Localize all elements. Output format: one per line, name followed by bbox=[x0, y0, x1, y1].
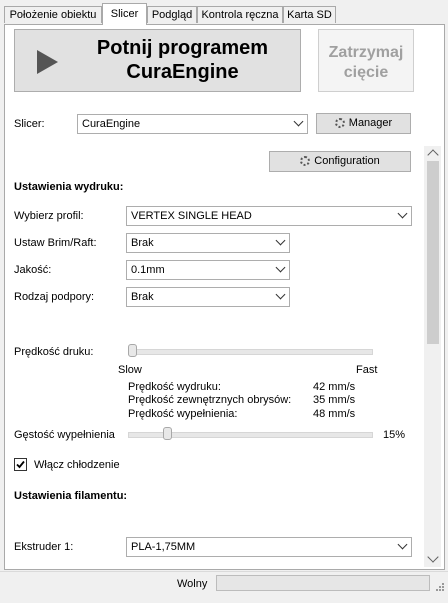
stop-line1: Zatrzymaj bbox=[328, 44, 404, 61]
infill-speed-label: Prędkość wypełnienia: bbox=[128, 408, 238, 420]
chevron-down-icon bbox=[397, 539, 408, 550]
tab-preview[interactable]: Podgląd bbox=[147, 6, 197, 23]
quality-select-value: 0.1mm bbox=[131, 264, 165, 276]
chevron-down-icon bbox=[275, 262, 286, 273]
infill-density-value: 15% bbox=[383, 429, 406, 441]
chevron-down-icon bbox=[275, 235, 286, 246]
chevron-down-icon bbox=[293, 116, 304, 127]
filament-settings-title: Ustawienia filamentu: bbox=[14, 490, 128, 502]
manager-button[interactable]: Manager bbox=[316, 113, 411, 134]
tab-sd-card[interactable]: Karta SD bbox=[283, 6, 336, 23]
brim-select[interactable]: Brak bbox=[126, 233, 290, 253]
tab-manual-control[interactable]: Kontrola ręczna bbox=[197, 6, 283, 23]
resize-grip-icon[interactable] bbox=[435, 582, 445, 592]
speed-slider-thumb[interactable] bbox=[128, 344, 137, 357]
slicer-select-value: CuraEngine bbox=[82, 118, 141, 130]
quality-select[interactable]: 0.1mm bbox=[126, 260, 290, 280]
speed-fast-label: Fast bbox=[356, 364, 378, 376]
status-progress-bar bbox=[216, 575, 430, 591]
cooling-checkbox[interactable] bbox=[14, 458, 27, 471]
chevron-down-icon bbox=[275, 289, 286, 300]
chevron-down-icon bbox=[397, 208, 408, 219]
status-text: Wolny bbox=[177, 578, 208, 590]
print-settings-title: Ustawienia wydruku: bbox=[14, 181, 124, 193]
extruder-label: Ekstruder 1: bbox=[14, 541, 74, 553]
gears-icon bbox=[334, 118, 345, 129]
speed-slider-track[interactable] bbox=[128, 349, 373, 355]
print-speed-label: Prędkość druku: bbox=[14, 346, 94, 358]
configuration-button[interactable]: Configuration bbox=[269, 151, 411, 172]
support-select[interactable]: Brak bbox=[126, 287, 290, 307]
slice-line2: CuraEngine bbox=[126, 61, 239, 83]
extruder-select[interactable]: PLA-1,75MM bbox=[126, 537, 412, 557]
configuration-label: Configuration bbox=[314, 155, 380, 167]
outer-speed-label: Prędkość zewnętrznych obrysów: bbox=[128, 394, 292, 406]
print-speed-info-label: Prędkość wydruku: bbox=[128, 381, 221, 393]
speed-slow-label: Slow bbox=[118, 364, 142, 376]
slice-button[interactable]: Potnij programem CuraEngine bbox=[14, 29, 301, 92]
manager-label: Manager bbox=[348, 117, 393, 129]
scrollbar-thumb[interactable] bbox=[427, 161, 439, 344]
checkmark-icon bbox=[16, 460, 25, 469]
support-label: Rodzaj podpory: bbox=[14, 291, 95, 303]
infill-slider-thumb[interactable] bbox=[163, 427, 173, 440]
stop-line2: cięcie bbox=[343, 64, 389, 81]
extruder-select-value: PLA-1,75MM bbox=[131, 541, 196, 553]
play-icon bbox=[37, 50, 58, 74]
brim-label: Ustaw Brim/Raft: bbox=[14, 237, 97, 249]
stop-button-label: Zatrzymaj cięcie bbox=[319, 43, 413, 83]
slicer-label: Slicer: bbox=[14, 118, 45, 130]
print-speed-info-value: 42 mm/s bbox=[313, 381, 356, 393]
cooling-label: Włącz chłodzenie bbox=[34, 459, 120, 471]
tab-slicer[interactable]: Slicer bbox=[102, 3, 147, 25]
status-bar: Wolny bbox=[0, 571, 448, 603]
slicer-select[interactable]: CuraEngine bbox=[77, 114, 308, 134]
slice-line1: Potnij programem bbox=[96, 37, 269, 59]
support-select-value: Brak bbox=[131, 291, 154, 303]
profile-label: Wybierz profil: bbox=[14, 210, 84, 222]
brim-select-value: Brak bbox=[131, 237, 154, 249]
infill-speed-value: 48 mm/s bbox=[313, 408, 356, 420]
infill-density-label: Gęstość wypełnienia bbox=[14, 429, 115, 441]
outer-speed-value: 35 mm/s bbox=[313, 394, 356, 406]
tab-object-placement[interactable]: Położenie obiektu bbox=[4, 6, 102, 23]
profile-select-value: VERTEX SINGLE HEAD bbox=[131, 210, 252, 222]
stop-slicing-button[interactable]: Zatrzymaj cięcie bbox=[318, 29, 414, 92]
gear-icon bbox=[300, 156, 311, 167]
quality-label: Jakość: bbox=[14, 264, 52, 276]
profile-select[interactable]: VERTEX SINGLE HEAD bbox=[126, 206, 412, 226]
slice-button-label: Potnij programem CuraEngine bbox=[65, 36, 300, 84]
